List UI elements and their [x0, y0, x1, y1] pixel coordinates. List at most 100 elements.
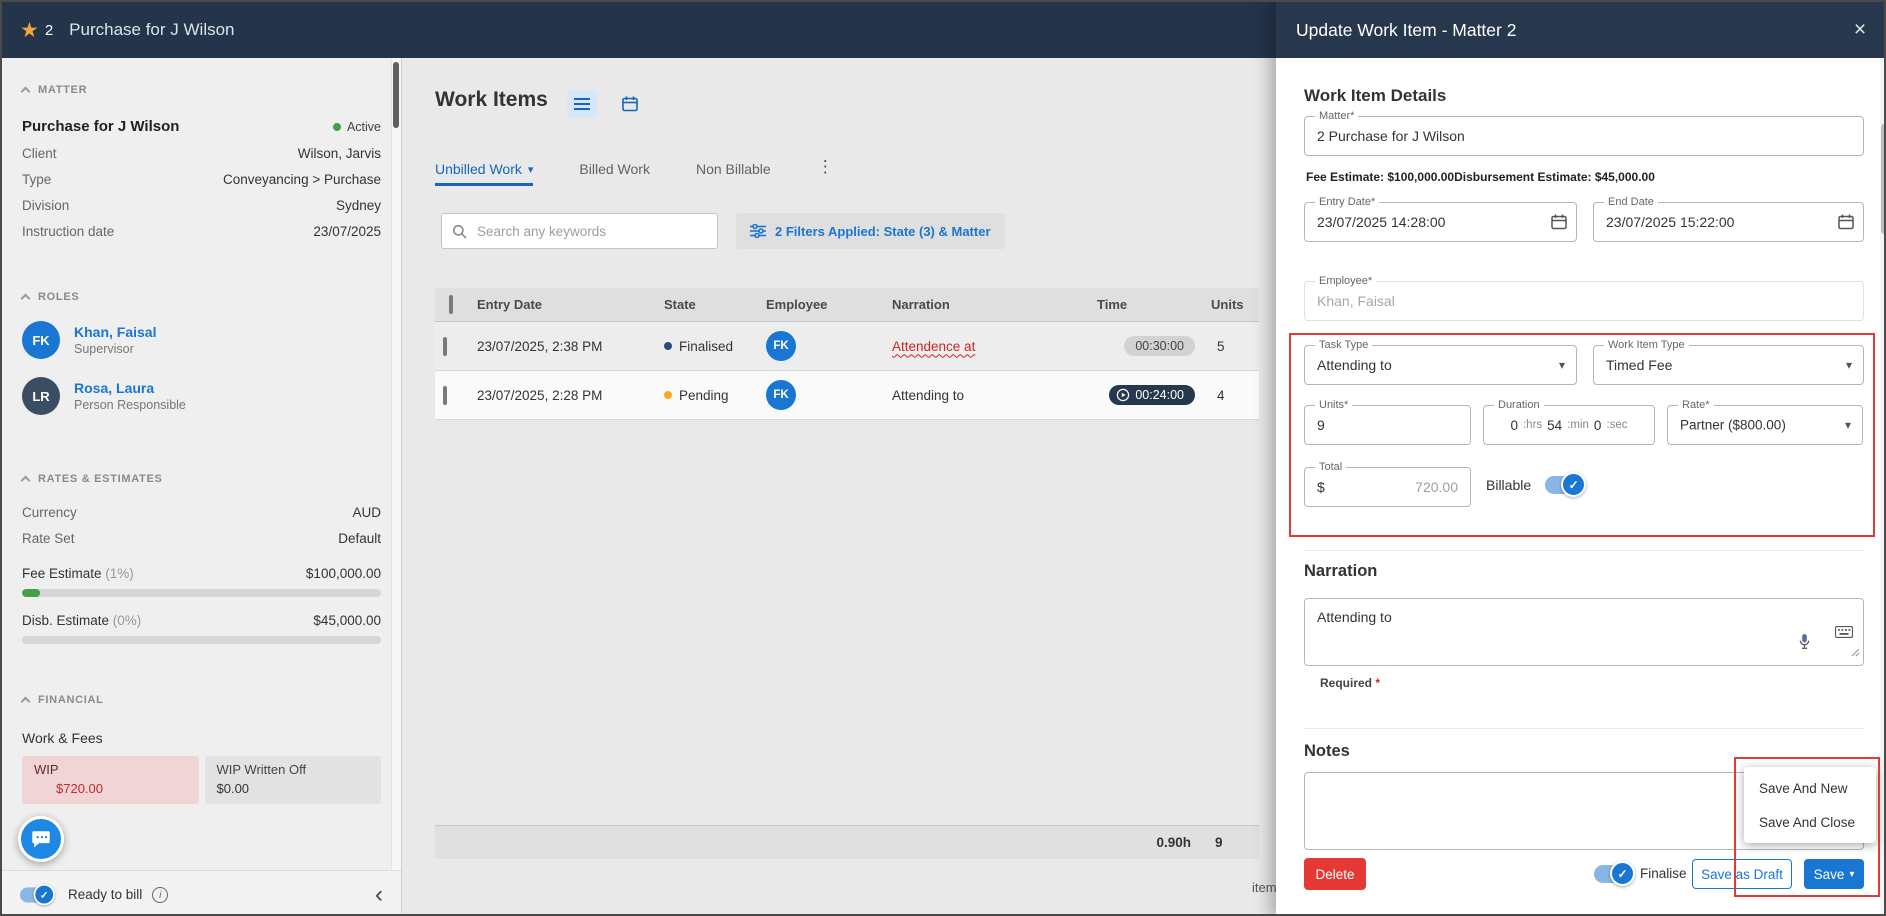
filter-chip[interactable]: 2 Filters Applied: State (3) & Matter	[736, 213, 1005, 249]
matter-field-division: Division Sydney	[22, 198, 381, 213]
column-narration: Narration	[892, 297, 950, 312]
wip-written-off-card[interactable]: WIP Written Off $0.00	[204, 756, 381, 804]
wip-card[interactable]: WIP $720.00	[22, 756, 199, 804]
resize-handle-icon[interactable]	[1851, 644, 1860, 662]
section-financial[interactable]: FINANCIAL	[20, 694, 381, 707]
units-field-value: 9	[1317, 417, 1325, 433]
employee-field: Employee* Khan, Faisal	[1304, 275, 1864, 321]
play-circle-icon	[1117, 388, 1130, 402]
section-matter[interactable]: MATTER	[20, 84, 381, 97]
role-name-link[interactable]: Rosa, Laura	[74, 380, 186, 396]
fee-estimate-text: Fee Estimate: $100,000.00	[1306, 170, 1455, 184]
running-timer-pill[interactable]: 00:24:00	[1109, 385, 1195, 405]
collapse-sidebar-chevron[interactable]: ‹	[375, 882, 383, 907]
work-item-type-select[interactable]: Work Item Type Timed Fee ▾	[1593, 339, 1864, 385]
search-box[interactable]	[441, 213, 718, 249]
narration-textarea[interactable]: Attending to	[1305, 599, 1863, 665]
state-label: Pending	[679, 387, 729, 403]
section-divider	[1304, 550, 1864, 551]
section-roles[interactable]: ROLES	[20, 291, 381, 304]
search-input[interactable]	[475, 222, 707, 240]
microphone-icon[interactable]	[1798, 633, 1811, 655]
ready-to-bill-toggle[interactable]: ✓	[20, 883, 55, 905]
calendar-icon[interactable]	[1551, 214, 1567, 235]
entry-date-label: Entry Date*	[1315, 196, 1380, 210]
list-view-button[interactable]	[567, 90, 597, 118]
keyboard-icon[interactable]	[1834, 625, 1854, 643]
avatar: LR	[22, 377, 60, 415]
favourite-star-icon[interactable]: ★	[20, 18, 39, 43]
duration-field[interactable]: Duration 0 :hrs 54 :min 0 :sec	[1483, 399, 1655, 445]
tab-unbilled-work[interactable]: Unbilled Work ▾	[435, 161, 534, 186]
client-link[interactable]: Wilson, Jarvis	[298, 146, 381, 161]
end-date-field[interactable]: End Date 23/07/2025 15:22:00	[1593, 196, 1864, 242]
work-item-type-label: Work Item Type	[1604, 339, 1689, 353]
rates-field-rateset: Rate Set Default	[22, 531, 381, 546]
scrollbar-thumb[interactable]	[1881, 124, 1884, 234]
work-item-type-value: Timed Fee	[1606, 357, 1673, 373]
duration-hours[interactable]: 0	[1510, 418, 1518, 433]
menu-item-save-and-new[interactable]: Save And New	[1744, 771, 1876, 805]
disb-estimate-progressbar	[22, 636, 381, 644]
division-label: Division	[22, 198, 70, 213]
division-value: Sydney	[335, 198, 381, 213]
type-value: Conveyancing > Purchase	[223, 172, 381, 187]
window-title: Purchase for J Wilson	[69, 20, 235, 39]
table-row[interactable]: 23/07/2025, 2:28 PM Pending FK Attending…	[435, 371, 1259, 420]
section-rates[interactable]: RATES & ESTIMATES	[20, 473, 381, 486]
rate-label: Rate*	[1678, 399, 1714, 413]
close-icon[interactable]: ×	[1846, 16, 1874, 44]
task-type-select[interactable]: Task Type Attending to ▾	[1304, 339, 1577, 385]
modal-header: Update Work Item - Matter 2	[1276, 2, 1884, 58]
menu-item-save-and-close[interactable]: Save And Close	[1744, 805, 1876, 839]
duration-seconds[interactable]: 0	[1594, 418, 1602, 433]
disb-estimate-value: $45,000.00	[313, 613, 381, 628]
save-as-draft-button[interactable]: Save as Draft	[1692, 859, 1792, 889]
row-checkbox[interactable]	[443, 385, 447, 405]
units-field[interactable]: Units* 9	[1304, 399, 1471, 445]
matter-field-instruction-date: Instruction date 23/07/2025	[22, 224, 381, 239]
finalise-label: Finalise	[1640, 866, 1687, 881]
scrollbar-thumb[interactable]	[393, 62, 399, 128]
modal-scrollbar[interactable]	[1880, 58, 1884, 914]
cell-entry-date: 23/07/2025, 2:38 PM	[477, 338, 603, 354]
tab-non-billable[interactable]: Non Billable	[696, 161, 771, 186]
list-view-icon	[574, 98, 590, 110]
wip-label: WIP	[34, 762, 59, 777]
work-items-table: Entry Date State Employee Narration Time…	[435, 288, 1259, 420]
column-employee: Employee	[766, 297, 828, 312]
check-icon: ✓	[1617, 866, 1628, 881]
billable-toggle[interactable]: ✓	[1545, 472, 1587, 497]
table-header: Entry Date State Employee Narration Time…	[435, 288, 1259, 322]
page-title: Work Items	[435, 88, 548, 111]
calendar-view-button[interactable]	[615, 90, 645, 118]
select-all-checkbox[interactable]	[449, 295, 453, 314]
update-work-item-modal: Update Work Item - Matter 2 × Work Item …	[1276, 2, 1884, 914]
entry-date-field[interactable]: Entry Date* 23/07/2025 14:28:00	[1304, 196, 1577, 242]
delete-button[interactable]: Delete	[1304, 858, 1366, 890]
info-icon[interactable]: i	[152, 886, 169, 903]
finalised-dot-icon	[664, 342, 672, 350]
role-name-link[interactable]: Khan, Faisal	[74, 324, 156, 340]
row-checkbox[interactable]	[443, 336, 447, 356]
tabs-overflow-menu-icon[interactable]: ⋮	[817, 157, 834, 186]
rate-select[interactable]: Rate* Partner ($800.00) ▾	[1667, 399, 1863, 445]
matter-field-value: 2 Purchase for J Wilson	[1317, 128, 1465, 144]
table-row[interactable]: 23/07/2025, 2:38 PM Finalised FK Attende…	[435, 322, 1259, 371]
entry-date-value: 23/07/2025 14:28:00	[1317, 214, 1446, 230]
chevron-down-icon: ▾	[1558, 358, 1565, 372]
finalise-toggle[interactable]: ✓	[1594, 861, 1635, 886]
currency-label: Currency	[22, 505, 77, 520]
modal-footer: Delete ✓ Finalise Save as Draft Save ▾	[1276, 858, 1884, 894]
calendar-icon[interactable]	[1838, 214, 1854, 235]
role-item: FK Khan, Faisal Supervisor	[22, 321, 381, 359]
chevron-down-icon: ▾	[527, 163, 534, 176]
duration-minutes[interactable]: 54	[1547, 418, 1562, 433]
end-date-label: End Date	[1604, 196, 1658, 210]
wip-value: $720.00	[56, 781, 103, 796]
tab-billed-work[interactable]: Billed Work	[579, 161, 650, 186]
assistant-fab-button[interactable]	[18, 816, 64, 862]
sidebar-scrollbar[interactable]	[391, 58, 401, 870]
save-button[interactable]: Save ▾	[1804, 859, 1864, 889]
matter-field[interactable]: Matter* 2 Purchase for J Wilson	[1304, 110, 1864, 156]
